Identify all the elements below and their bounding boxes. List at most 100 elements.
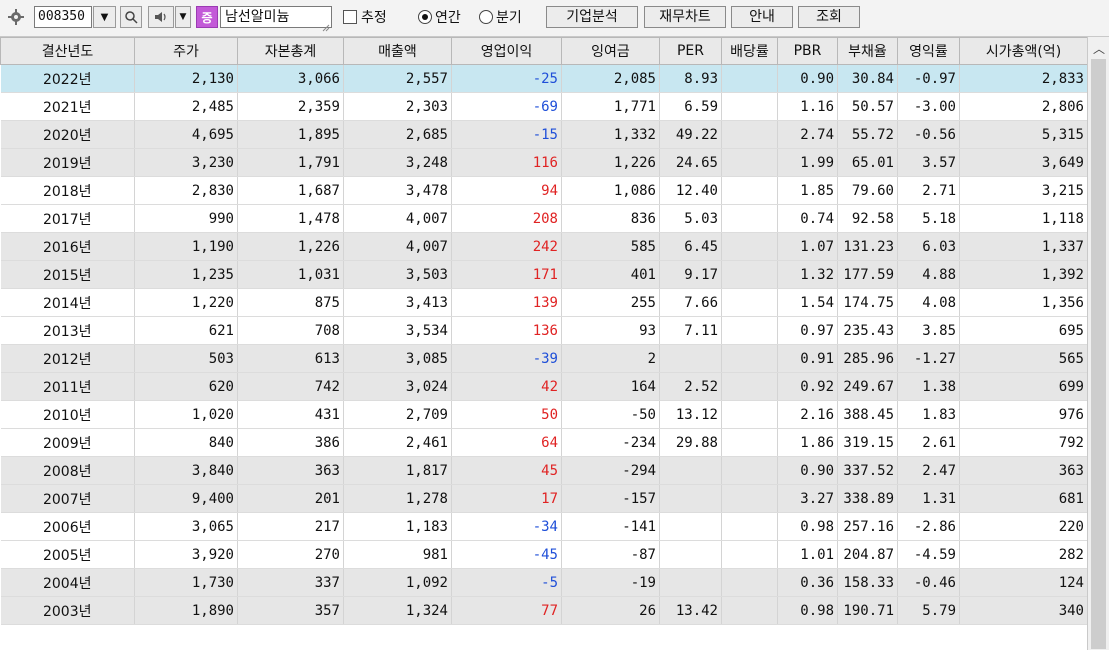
stock-name-field[interactable]: 남선알미늄 <box>220 6 332 28</box>
col-header-year[interactable]: 결산년도 <box>0 37 135 65</box>
col-header-market-cap[interactable]: 시가총액(억) <box>959 37 1087 65</box>
financial-chart-button[interactable]: 재무차트 <box>644 6 726 28</box>
table-cell: 1,332 <box>561 120 660 149</box>
table-cell: 1.01 <box>777 540 838 569</box>
table-row[interactable]: 2007년 9,400 201 1,278 17 -157 3.27 338.89 1.31 68… <box>0 484 1087 513</box>
vertical-scrollbar[interactable]: ︿ <box>1087 37 1109 650</box>
table-cell: 1,020 <box>134 400 238 429</box>
table-row[interactable]: 2008년 3,840 363 1,817 45 -294 0.90 337.52 2.47 36… <box>0 456 1087 485</box>
table-cell: 65.01 <box>837 148 898 177</box>
cell-year: 2022년 <box>0 64 135 93</box>
search-icon <box>125 11 138 24</box>
stock-code-input[interactable]: 008350 <box>34 6 92 28</box>
table-cell: 613 <box>237 344 344 373</box>
table-row[interactable]: 2006년 3,065 217 1,183 -34 -141 0.98 257.16 -2.86… <box>0 512 1087 541</box>
cell-year: 2010년 <box>0 400 135 429</box>
table-cell: 1.83 <box>897 400 960 429</box>
table-cell: 13.42 <box>659 596 722 625</box>
table-row[interactable]: 2012년 503 613 3,085 -39 2 0.91 285.96 -1.27 565 <box>0 344 1087 373</box>
table-row[interactable]: 2016년 1,190 1,226 4,007 242 585 6.45 1.07 131.23… <box>0 232 1087 261</box>
table-row[interactable]: 2009년 840 386 2,461 64 -234 29.88 1.86 319.15 2.6… <box>0 428 1087 457</box>
col-header-price[interactable]: 주가 <box>134 37 238 65</box>
table-cell <box>721 260 778 289</box>
table-cell: 5.18 <box>897 204 960 233</box>
table-row[interactable]: 2013년 621 708 3,534 136 93 7.11 0.97 235.43 3.85 6… <box>0 316 1087 345</box>
checkbox-box[interactable] <box>343 10 357 24</box>
table-cell: 1,235 <box>134 260 238 289</box>
cell-year: 2005년 <box>0 540 135 569</box>
query-button[interactable]: 조회 <box>798 6 860 28</box>
table-cell: 337 <box>237 568 344 597</box>
col-header-equity[interactable]: 자본총계 <box>237 37 344 65</box>
table-row[interactable]: 2015년 1,235 1,031 3,503 171 401 9.17 1.32 177.59… <box>0 260 1087 289</box>
speaker-dropdown-button[interactable]: ▼ <box>175 6 191 28</box>
cell-year: 2007년 <box>0 484 135 513</box>
cell-year: 2008년 <box>0 456 135 485</box>
table-cell: 242 <box>451 232 562 261</box>
table-cell: 1,356 <box>959 288 1087 317</box>
table-cell <box>721 344 778 373</box>
table-row[interactable]: 2018년 2,830 1,687 3,478 94 1,086 12.40 1.85 79.6… <box>0 176 1087 205</box>
table-cell: 94 <box>451 176 562 205</box>
scroll-up-arrow-icon[interactable]: ︿ <box>1088 37 1109 59</box>
table-row[interactable]: 2022년 2,130 3,066 2,557 -25 2,085 8.93 0.90 30.8… <box>0 64 1087 93</box>
toolbar: 008350 ▼ ▼ 증 남선알미늄 추정 연간 분기 기업분석 재무차트 안내… <box>0 0 1109 37</box>
annual-radio[interactable]: 연간 <box>418 6 461 28</box>
table-cell <box>721 148 778 177</box>
col-header-dividend[interactable]: 배당률 <box>721 37 778 65</box>
table-cell: 1,478 <box>237 204 344 233</box>
table-cell: 3.27 <box>777 484 838 513</box>
guide-button[interactable]: 안내 <box>731 6 793 28</box>
table-cell <box>721 204 778 233</box>
col-header-op-margin[interactable]: 영익률 <box>897 37 960 65</box>
cell-year: 2017년 <box>0 204 135 233</box>
table-cell: 990 <box>134 204 238 233</box>
company-analysis-button[interactable]: 기업분석 <box>546 6 638 28</box>
code-dropdown-button[interactable]: ▼ <box>93 6 116 28</box>
table-cell: 131.23 <box>837 232 898 261</box>
table-row[interactable]: 2021년 2,485 2,359 2,303 -69 1,771 6.59 1.16 50.5… <box>0 92 1087 121</box>
col-header-revenue[interactable]: 매출액 <box>343 37 452 65</box>
table-row[interactable]: 2019년 3,230 1,791 3,248 116 1,226 24.65 1.99 65.… <box>0 148 1087 177</box>
search-button[interactable] <box>120 6 142 28</box>
col-header-surplus[interactable]: 잉여금 <box>561 37 660 65</box>
table-cell: 1,324 <box>343 596 452 625</box>
table-cell: 139 <box>451 288 562 317</box>
table-cell <box>721 316 778 345</box>
quarter-radio[interactable]: 분기 <box>479 6 522 28</box>
table-cell: 2.61 <box>897 428 960 457</box>
table-row[interactable]: 2011년 620 742 3,024 42 164 2.52 0.92 249.67 1.38 6… <box>0 372 1087 401</box>
table-cell <box>721 176 778 205</box>
gear-icon[interactable] <box>4 6 28 28</box>
col-header-operating-profit[interactable]: 영업이익 <box>451 37 562 65</box>
cell-year: 2021년 <box>0 92 135 121</box>
table-cell: 1,791 <box>237 148 344 177</box>
table-row[interactable]: 2017년 990 1,478 4,007 208 836 5.03 0.74 92.58 5.1… <box>0 204 1087 233</box>
table-row[interactable]: 2004년 1,730 337 1,092 -5 -19 0.36 158.33 -0.46 12… <box>0 568 1087 597</box>
table-cell: 0.98 <box>777 596 838 625</box>
estimate-checkbox[interactable]: 추정 <box>343 6 387 28</box>
table-cell: 2,833 <box>959 64 1087 93</box>
table-row[interactable]: 2005년 3,920 270 981 -45 -87 1.01 204.87 -4.59 282 <box>0 540 1087 569</box>
cell-year: 2018년 <box>0 176 135 205</box>
speaker-button[interactable] <box>148 6 174 28</box>
table-cell: 2,557 <box>343 64 452 93</box>
table-row[interactable]: 2010년 1,020 431 2,709 50 -50 13.12 2.16 388.45 1.… <box>0 400 1087 429</box>
radio-unselected-icon[interactable] <box>479 10 493 24</box>
table-cell: -4.59 <box>897 540 960 569</box>
col-header-per[interactable]: PER <box>659 37 722 65</box>
radio-selected-icon[interactable] <box>418 10 432 24</box>
table-cell: 1.99 <box>777 148 838 177</box>
table-cell: 50 <box>451 400 562 429</box>
table-row[interactable]: 2020년 4,695 1,895 2,685 -15 1,332 49.22 2.74 55.… <box>0 120 1087 149</box>
table-cell: 1,092 <box>343 568 452 597</box>
table-row[interactable]: 2014년 1,220 875 3,413 139 255 7.66 1.54 174.75 4.… <box>0 288 1087 317</box>
table-cell: 208 <box>451 204 562 233</box>
col-header-pbr[interactable]: PBR <box>777 37 838 65</box>
table-row[interactable]: 2003년 1,890 357 1,324 77 26 13.42 0.98 190.71 5.7… <box>0 596 1087 625</box>
scroll-thumb[interactable] <box>1091 59 1106 649</box>
table-cell: 4.88 <box>897 260 960 289</box>
col-header-debt-ratio[interactable]: 부채율 <box>837 37 898 65</box>
table-cell: -34 <box>451 512 562 541</box>
table-cell: 2.52 <box>659 372 722 401</box>
